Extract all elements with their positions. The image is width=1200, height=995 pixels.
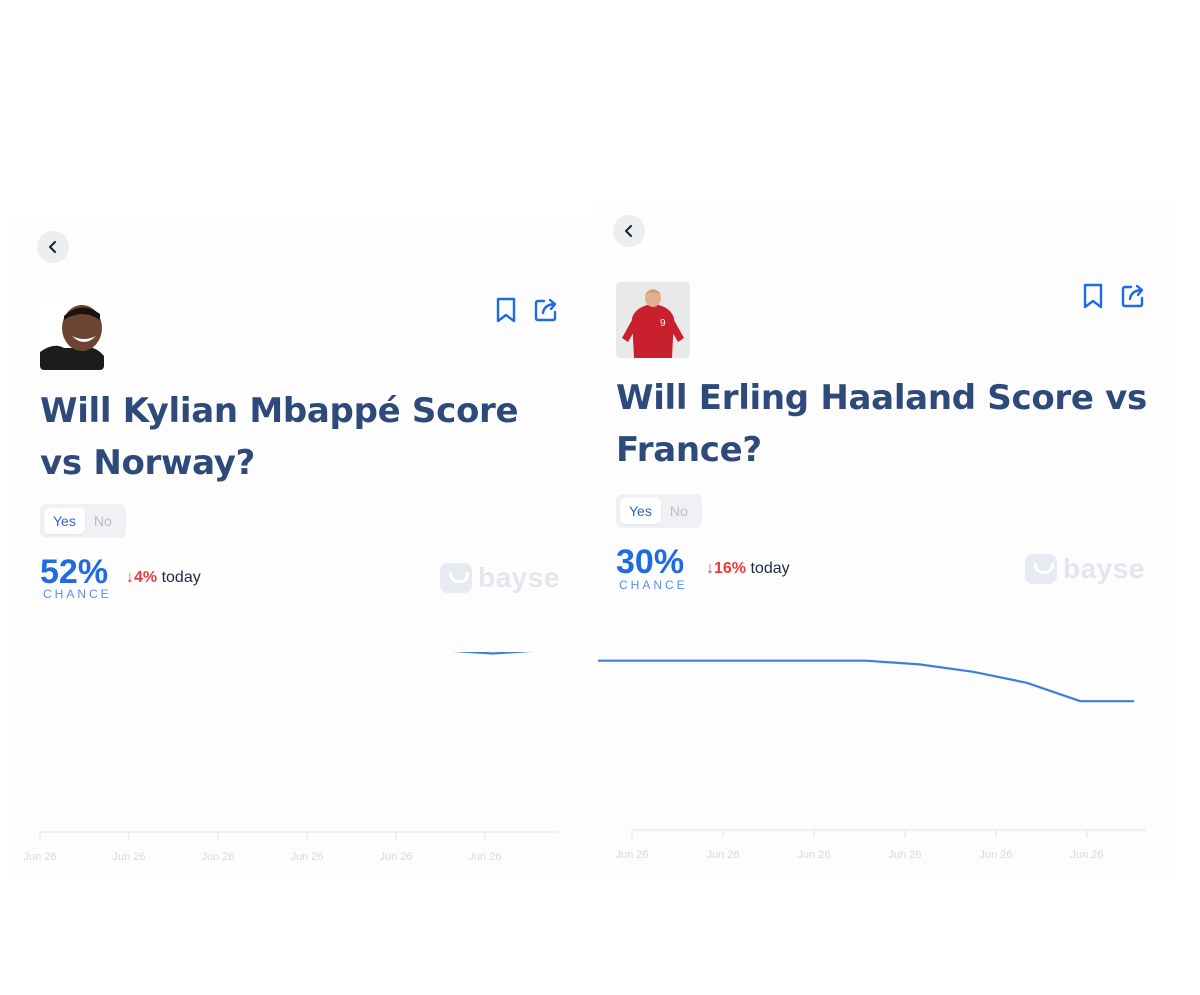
x-tick-label: Jun 26	[112, 851, 145, 863]
brand-watermark: bayse	[440, 562, 560, 594]
daily-change: ↓16% today	[706, 560, 790, 578]
price-chart: Jun 26 Jun 26 Jun 26 Jun 26 Jun 26 Jun 26	[12, 652, 588, 880]
bookmark-button[interactable]	[493, 296, 519, 324]
back-button[interactable]	[613, 215, 645, 247]
share-button[interactable]	[1119, 282, 1145, 310]
brand-name: bayse	[1063, 553, 1145, 584]
x-tick-label: Jun 26	[888, 849, 921, 861]
back-button[interactable]	[37, 231, 69, 263]
player-avatar: 9	[616, 282, 690, 358]
bookmark-icon	[493, 296, 519, 324]
player-avatar	[40, 300, 104, 370]
share-icon	[532, 296, 558, 324]
x-tick-label: Jun 26	[290, 851, 323, 863]
bookmark-button[interactable]	[1080, 282, 1106, 310]
option-no[interactable]: No	[85, 508, 121, 534]
price-chart: Jun 26 Jun 26 Jun 26 Jun 26 Jun 26 Jun 26	[598, 650, 1174, 876]
outcome-toggle: Yes No	[616, 494, 702, 528]
change-period: today	[750, 560, 790, 577]
bayse-logo-icon	[1025, 554, 1057, 584]
option-yes[interactable]: Yes	[44, 508, 85, 534]
x-tick-label: Jun 26	[201, 851, 234, 863]
x-tick-label: Jun 26	[468, 851, 501, 863]
line-chart-svg: Jun 26 Jun 26 Jun 26 Jun 26 Jun 26 Jun 26	[23, 652, 558, 863]
x-tick-label: Jun 26	[379, 851, 412, 863]
x-tick-label: Jun 26	[797, 849, 830, 861]
change-value: ↓4%	[126, 569, 158, 586]
x-tick-label: Jun 26	[706, 849, 739, 861]
outcome-toggle: Yes No	[40, 504, 126, 538]
daily-change: ↓4% today	[126, 569, 201, 587]
brand-watermark: bayse	[1025, 553, 1145, 585]
bookmark-icon	[1080, 282, 1106, 310]
x-tick-label: Jun 26	[979, 849, 1012, 861]
share-button[interactable]	[532, 296, 558, 324]
chevron-left-icon	[622, 224, 636, 238]
x-tick-label: Jun 26	[23, 851, 56, 863]
svg-text:9: 9	[660, 318, 666, 329]
series-line	[598, 659, 1134, 703]
change-period: today	[161, 569, 201, 586]
line-chart-svg: Jun 26 Jun 26 Jun 26 Jun 26 Jun 26 Jun 26	[598, 659, 1146, 861]
option-yes[interactable]: Yes	[620, 498, 661, 524]
bayse-logo-icon	[440, 563, 472, 593]
x-tick-label: Jun 26	[1070, 849, 1103, 861]
probability-label: CHANCE	[43, 587, 112, 601]
probability-value: 52%	[40, 553, 109, 591]
market-card-haaland: 9 Will Erling Haaland Score vs France? Y…	[598, 200, 1174, 876]
share-icon	[1119, 282, 1145, 310]
chevron-left-icon	[46, 240, 60, 254]
probability-label: CHANCE	[619, 578, 688, 592]
change-value: ↓16%	[706, 560, 747, 577]
market-question: Will Erling Haaland Score vs France?	[616, 378, 1147, 470]
brand-name: bayse	[478, 562, 560, 593]
market-question: Will Kylian Mbappé Score vs Norway?	[40, 391, 519, 483]
series-line	[452, 652, 533, 655]
probability-value: 30%	[616, 543, 685, 581]
x-tick-label: Jun 26	[615, 849, 648, 861]
market-card-mbappe: Will Kylian Mbappé Score vs Norway? Yes …	[12, 222, 588, 880]
option-no[interactable]: No	[661, 498, 697, 524]
